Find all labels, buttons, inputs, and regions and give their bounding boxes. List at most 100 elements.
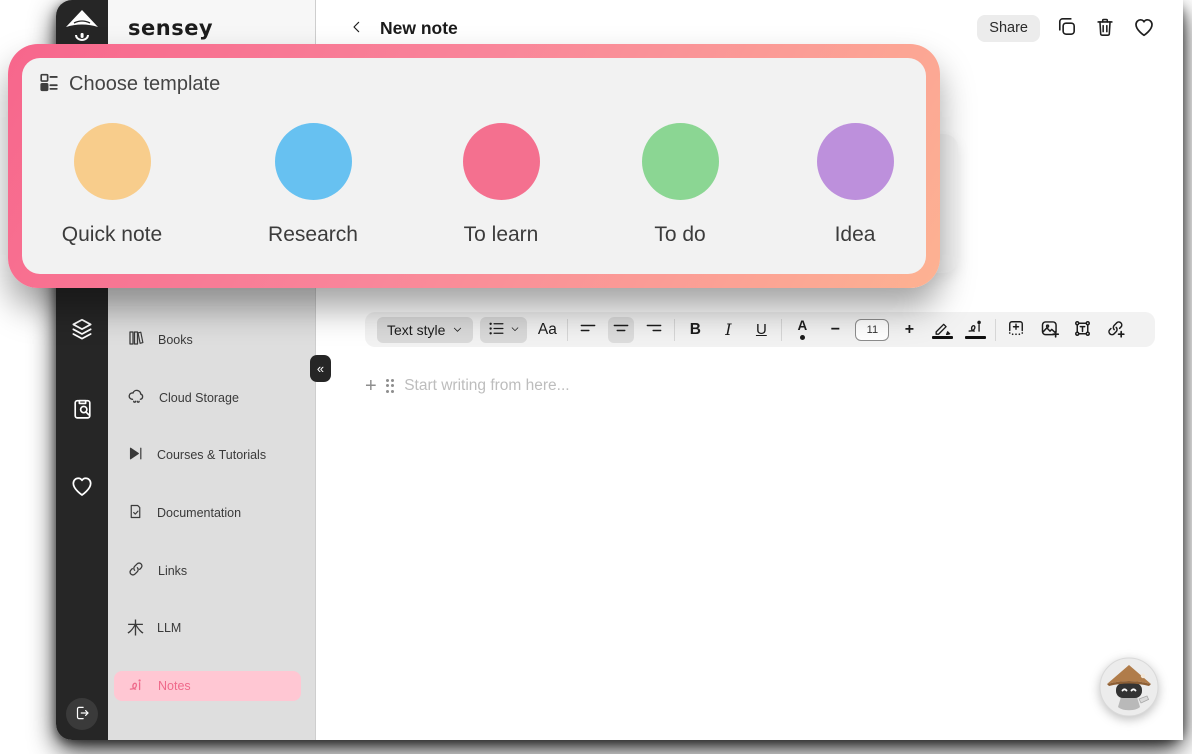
editor-empty-line: + Start writing from here... <box>365 376 570 396</box>
sidebar-item-label: LLM <box>157 621 182 636</box>
add-link-icon <box>1105 318 1126 342</box>
list-style-dropdown[interactable] <box>480 316 528 343</box>
template-idea[interactable]: Idea <box>775 123 935 247</box>
editor-placeholder[interactable]: Start writing from here... <box>404 377 569 395</box>
screen: sensey Books Cloud Storage Courses & Tut… <box>0 0 1192 754</box>
add-frame-icon <box>1006 318 1026 341</box>
heart-icon <box>69 473 95 502</box>
sidebar-item-llm[interactable]: 木 LLM <box>114 599 301 657</box>
share-button[interactable]: Share <box>977 14 1040 42</box>
text-style-dropdown[interactable]: Text style <box>377 316 474 343</box>
duplicate-button[interactable] <box>1053 15 1079 41</box>
template-label: Idea <box>834 223 876 246</box>
sidebar-item-documentation[interactable]: Documentation <box>114 484 301 542</box>
books-icon <box>127 329 145 350</box>
align-left-button[interactable] <box>575 317 601 343</box>
template-quick-note[interactable]: Quick note <box>32 123 192 247</box>
template-label: To do <box>654 223 706 246</box>
toolbar-divider <box>995 318 997 341</box>
underline-button[interactable]: U <box>748 317 774 343</box>
text-color-button[interactable]: A <box>789 317 815 343</box>
copy-icon <box>1055 15 1078 41</box>
toolbar-divider <box>781 318 783 341</box>
sidebar-collapse-button[interactable]: « <box>310 355 331 382</box>
chevron-down-icon <box>510 322 520 337</box>
bulleted-list-icon <box>487 319 506 341</box>
back-button[interactable] <box>344 15 370 41</box>
toolbar-divider <box>674 318 676 341</box>
logout-button[interactable] <box>66 698 98 730</box>
favorite-button[interactable] <box>1131 15 1157 41</box>
logout-icon <box>73 704 91 725</box>
template-to-learn[interactable]: To learn <box>421 123 581 247</box>
sidebar-item-label: Links <box>158 563 188 578</box>
align-right-button[interactable] <box>641 317 667 343</box>
insert-image-button[interactable] <box>1036 317 1062 343</box>
assistant-mascot-button[interactable] <box>1099 657 1159 717</box>
choose-template-panel: Choose template Quick note Research To l… <box>22 58 926 274</box>
clipboard-search-icon <box>70 396 95 424</box>
italic-button[interactable]: I <box>715 317 741 343</box>
signature-button[interactable] <box>962 317 988 343</box>
llm-icon: 木 <box>127 618 144 638</box>
modal-title-row: Choose template <box>38 71 220 98</box>
align-center-icon <box>611 318 631 341</box>
add-block-button[interactable]: + <box>365 376 377 396</box>
insert-text-frame-button[interactable] <box>1069 317 1095 343</box>
text-style-label: Text style <box>387 321 446 338</box>
template-circle <box>641 123 719 200</box>
insert-frame-button[interactable] <box>1003 317 1029 343</box>
font-family-button[interactable]: Aa <box>534 317 560 343</box>
sidebar-nav: Books Cloud Storage Courses & Tutorials <box>108 311 315 715</box>
play-next-icon <box>127 445 144 465</box>
signature-pen-icon <box>964 320 986 339</box>
chevron-left-icon <box>349 19 365 38</box>
align-center-button[interactable] <box>608 316 635 343</box>
sidebar-item-label: Notes <box>158 679 191 694</box>
align-right-icon <box>644 318 664 341</box>
insert-link-button[interactable] <box>1102 317 1128 343</box>
increase-font-button[interactable]: + <box>896 317 922 343</box>
app-logo <box>56 5 108 45</box>
text-color-icon: A <box>797 319 807 340</box>
favorites-button[interactable] <box>66 471 98 503</box>
robot-mascot-icon <box>1099 657 1159 720</box>
drag-handle[interactable] <box>385 378 396 394</box>
sidebar-item-notes[interactable]: Notes <box>114 671 301 702</box>
highlighter-button[interactable] <box>929 317 955 343</box>
sidebar-item-label: Books <box>158 332 193 347</box>
template-label: Quick note <box>61 223 163 246</box>
brand-wordmark: sensey <box>128 16 214 40</box>
delete-button[interactable] <box>1092 15 1118 41</box>
template-to-do[interactable]: To do <box>600 123 760 247</box>
cloud-icon <box>127 387 146 409</box>
text-frame-icon <box>1072 318 1093 342</box>
template-circle <box>73 123 151 200</box>
sidebar-item-books[interactable]: Books <box>114 311 301 369</box>
template-label: Research <box>268 223 358 246</box>
page-title: New note <box>380 17 458 38</box>
sidebar-item-courses-tutorials[interactable]: Courses & Tutorials <box>114 426 301 484</box>
add-image-icon <box>1039 318 1060 342</box>
layers-icon <box>69 316 95 345</box>
collections-button[interactable] <box>66 314 98 346</box>
font-size-input[interactable]: 11 <box>855 318 890 341</box>
sidebar-item-label: Cloud Storage <box>159 390 239 405</box>
sidebar-item-cloud-storage[interactable]: Cloud Storage <box>114 369 301 427</box>
choose-template-modal: Choose template Quick note Research To l… <box>8 44 940 288</box>
template-research[interactable]: Research <box>233 123 393 247</box>
sidebar-item-links[interactable]: Links <box>114 542 301 600</box>
document-check-icon <box>127 503 144 523</box>
template-circle <box>462 123 540 200</box>
heart-icon <box>1132 15 1156 42</box>
review-button[interactable] <box>66 394 98 426</box>
header-actions: Share <box>977 14 1157 42</box>
sidebar-item-label: Documentation <box>157 505 242 520</box>
template-layout-icon <box>38 71 60 98</box>
template-label: To learn <box>463 223 539 246</box>
decrease-font-button[interactable]: − <box>822 317 848 343</box>
bold-button[interactable]: B <box>682 317 708 343</box>
highlighter-icon <box>931 320 953 339</box>
sidebar-item-label: Courses & Tutorials <box>157 448 267 463</box>
toolbar-divider <box>567 318 569 341</box>
